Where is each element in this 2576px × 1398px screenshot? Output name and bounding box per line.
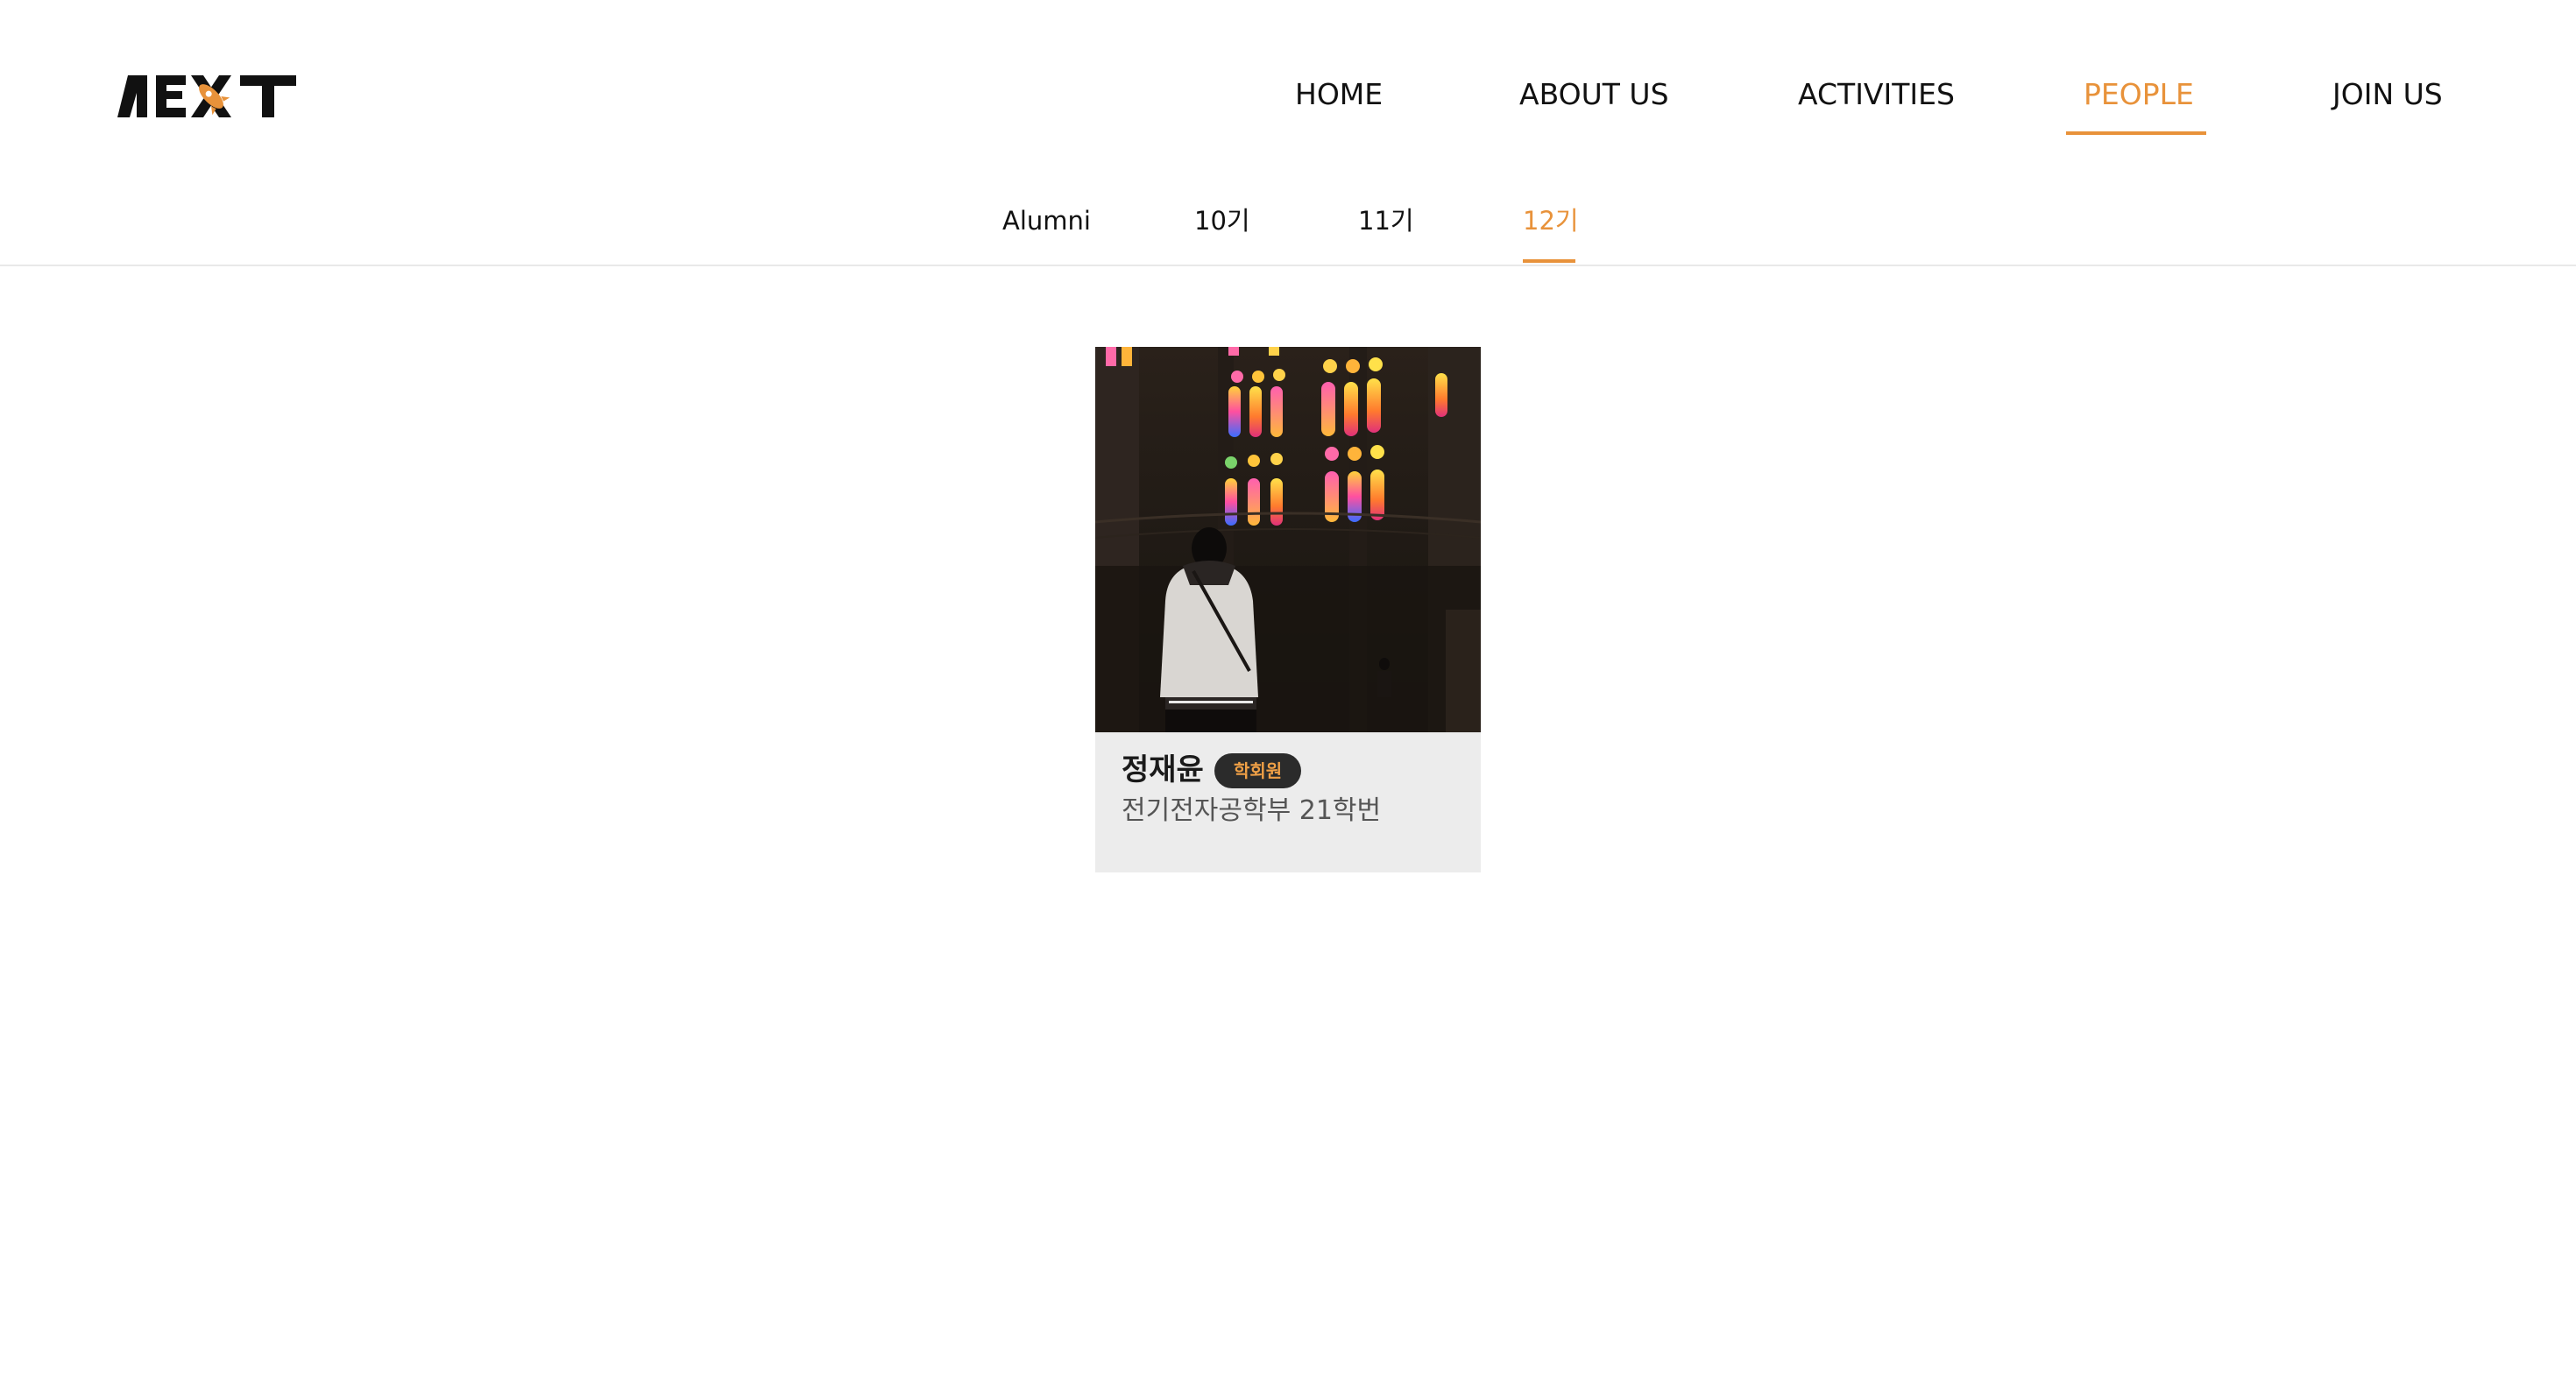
tab-active-indicator <box>1523 259 1575 263</box>
tab-alumni[interactable]: Alumni <box>1002 203 1091 238</box>
nav-active-indicator <box>2066 131 2206 135</box>
member-name: 정재윤 <box>1122 752 1204 787</box>
member-photo <box>1095 347 1481 732</box>
site-header: HOME ABOUT US ACTIVITIES PEOPLE JOIN US <box>0 0 2576 175</box>
role-badge: 학회원 <box>1214 753 1302 788</box>
generation-tabs: Alumni 10기 11기 12기 <box>0 194 2576 266</box>
nav-item-home[interactable]: HOME <box>1295 74 1383 137</box>
member-card[interactable]: 정재윤 학회원 전기전자공학부 21학번 <box>1095 347 1481 872</box>
cathedral-photo-image <box>1095 347 1481 732</box>
tab-gen-12[interactable]: 12기 <box>1523 203 1579 238</box>
member-department: 전기전자공학부 21학번 <box>1122 795 1382 826</box>
tabs-divider <box>0 265 2576 266</box>
nav-item-people[interactable]: PEOPLE <box>2084 74 2194 137</box>
tab-gen-11[interactable]: 11기 <box>1358 203 1414 238</box>
nav-item-about-us[interactable]: ABOUT US <box>1519 74 1669 137</box>
member-info: 정재윤 학회원 전기전자공학부 21학번 <box>1095 732 1481 872</box>
nav-item-activities[interactable]: ACTIVITIES <box>1798 74 1955 137</box>
tab-gen-10[interactable]: 10기 <box>1194 203 1250 238</box>
nav-item-join-us[interactable]: JOIN US <box>2332 74 2443 137</box>
